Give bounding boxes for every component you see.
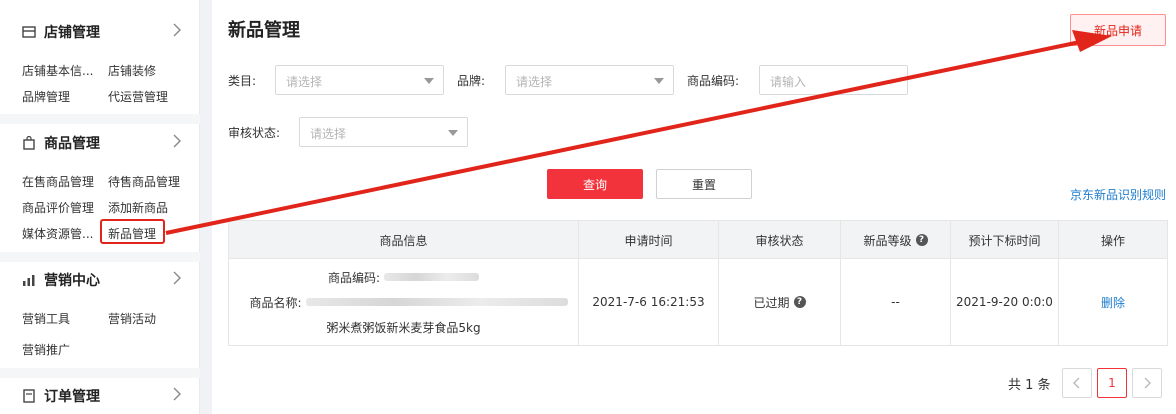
level-cell: -- [841,259,951,345]
goods-name-tail: 粥米煮粥饭新米麦芽食品5kg [326,320,481,335]
chevron-left-icon [1073,377,1080,389]
th-goods-info: 商品信息 [229,221,579,259]
category-select[interactable]: 请选择 [275,65,444,95]
blurred-name [305,298,568,306]
store-icon [22,25,36,39]
rule-link[interactable]: 京东新品识别规则 [1070,186,1166,203]
order-icon [22,389,36,403]
sidebar-section-store[interactable]: 店铺管理 [0,19,200,45]
status-label: 审核状态: [228,126,281,140]
th-level-text: 新品等级 [863,233,912,248]
sidebar-section-title: 商品管理 [44,136,100,152]
chevron-down-icon [654,78,664,84]
th-expected-time: 预计下标时间 [951,221,1059,259]
th-status: 审核状态 [719,221,841,259]
sidebar-section-title: 订单管理 [44,389,100,405]
category-label: 类目: [228,74,257,88]
status-select[interactable]: 请选择 [299,117,468,147]
next-page-button[interactable] [1132,368,1162,398]
status-placeholder: 请选择 [310,127,347,141]
new-goods-apply-button[interactable]: 新品申请 [1070,14,1166,46]
status-cell: 已过期 ? [719,259,841,345]
goods-name-label: 商品名称: [249,295,302,310]
th-action: 操作 [1100,233,1125,248]
chevron-right-icon[interactable] [172,23,182,41]
code-placeholder: 请输入 [770,75,807,89]
chevron-right-icon[interactable] [172,387,182,405]
sidebar-section-goods[interactable]: 商品管理 [0,130,200,156]
brand-placeholder: 请选择 [516,75,553,89]
help-icon[interactable]: ? [915,234,928,246]
table-header: 商品信息 申请时间 审核状态 新品等级 ? 预计下标时间 操作 [229,221,1167,259]
section-divider [0,114,200,124]
category-placeholder: 请选择 [286,75,323,89]
apply-time-cell: 2021-7-6 16:21:53 [579,259,719,345]
query-button[interactable]: 查询 [547,169,643,199]
bag-icon [22,136,36,150]
total-count: 共 1 条 [1008,378,1051,393]
brand-label: 品牌: [457,74,486,88]
sidebar-section-orders[interactable]: 订单管理 [0,383,200,409]
table-row: 商品编码: 商品名称: 粥米煮粥饭新米麦芽食品5kg [229,259,579,345]
sidebar-item-tools[interactable]: 营销工具 [22,310,70,327]
sidebar-item-agency[interactable]: 代运营管理 [108,88,168,105]
th-apply-time: 申请时间 [579,221,719,259]
sidebar-item-onsale[interactable]: 在售商品管理 [22,173,94,190]
sidebar-item-reviews[interactable]: 商品评价管理 [22,199,94,216]
chart-icon [22,273,36,287]
goods-code-label: 商品编码: [327,270,381,285]
chevron-right-icon[interactable] [172,271,182,289]
action-cell: 删除 [1059,259,1167,345]
sidebar-section-title: 营销中心 [44,273,100,289]
sidebar-gutter [200,0,212,414]
help-icon[interactable]: ? [793,296,806,308]
sidebar-item-promotion[interactable]: 营销推广 [22,341,70,358]
chevron-right-icon[interactable] [172,134,182,152]
sidebar-item-brand[interactable]: 品牌管理 [22,88,70,105]
sidebar-item-store-decor[interactable]: 店铺装修 [108,62,156,79]
delete-link[interactable]: 删除 [1101,294,1125,311]
expected-time-cell: 2021-9-20 0:0:0 [951,259,1059,345]
status-text: 已过期 [753,295,790,310]
sidebar-item-media[interactable]: 媒体资源管... [22,225,93,242]
prev-page-button[interactable] [1062,368,1092,398]
sidebar-section-title: 店铺管理 [44,25,100,41]
code-label: 商品编码: [687,74,740,88]
th-level: 新品等级 ? [841,221,951,259]
sidebar-section-marketing[interactable]: 营销中心 [0,267,200,293]
code-input[interactable]: 请输入 [759,65,908,95]
sidebar-item-add-goods[interactable]: 添加新商品 [108,199,168,216]
page-title: 新品管理 [228,20,300,41]
goods-table: 商品信息 申请时间 审核状态 新品等级 ? 预计下标时间 操作 商品编码: 商品… [228,220,1168,346]
brand-select[interactable]: 请选择 [505,65,674,95]
page-1-button[interactable]: 1 [1097,368,1127,398]
section-divider [0,252,200,262]
chevron-down-icon [448,130,458,136]
chevron-down-icon [424,78,434,84]
blurred-code [384,273,480,281]
main-content: 新品管理 新品申请 类目: 请选择 品牌: 请选择 商品编码: 请输入 审核状态… [212,0,1176,414]
section-divider [0,368,200,378]
annotation-highlight-box [100,219,165,244]
chevron-right-icon [1144,377,1151,389]
sidebar-item-store-info[interactable]: 店铺基本信... [22,62,93,79]
sidebar-item-activities[interactable]: 营销活动 [108,310,156,327]
reset-button[interactable]: 重置 [656,169,752,199]
sidebar: 店铺管理 店铺基本信... 店铺装修 品牌管理 代运营管理 商品管理 在售商品管… [0,0,200,414]
sidebar-item-pending[interactable]: 待售商品管理 [108,173,180,190]
